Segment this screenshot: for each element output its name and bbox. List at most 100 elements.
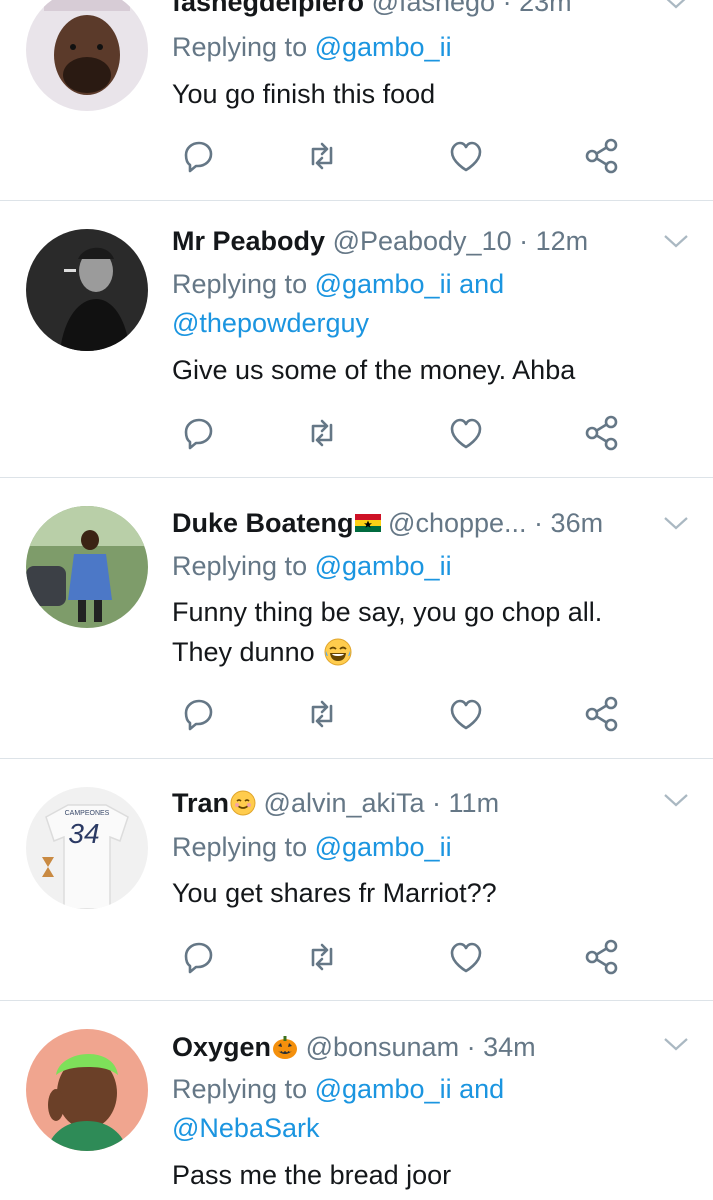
display-name[interactable]: fashegdelpiero bbox=[172, 0, 364, 17]
tweet-header: Duke Boateng @choppe... · 36m bbox=[172, 503, 653, 543]
user-handle[interactable]: @Peabody_10 bbox=[333, 226, 512, 256]
avatar[interactable] bbox=[26, 506, 148, 628]
replying-to: Replying to @gambo_ii and bbox=[172, 264, 504, 304]
replying-to-label: Replying to bbox=[172, 32, 315, 62]
user-handle[interactable]: @choppe... bbox=[388, 508, 527, 538]
avatar[interactable]: CAMPEONES 34 bbox=[26, 787, 148, 909]
ghana-flag-icon bbox=[354, 514, 381, 532]
retweet-icon bbox=[311, 142, 333, 170]
retweet-button[interactable] bbox=[302, 136, 342, 176]
tweet-text: Funny thing be say, you go chop all. The… bbox=[172, 592, 673, 672]
retweet-button[interactable] bbox=[302, 937, 342, 977]
mention-link[interactable]: @gambo_ii bbox=[315, 1074, 452, 1104]
tweet[interactable]: Mr Peabody @Peabody_10 · 12m Replying to… bbox=[0, 201, 713, 477]
timestamp[interactable]: 34m bbox=[483, 1032, 536, 1062]
tweet-header: Tran @alvin_akiTa · 11m bbox=[172, 783, 653, 823]
avatar-caption: CAMPEONES bbox=[65, 810, 110, 817]
mention-link[interactable]: @gambo_ii bbox=[315, 32, 452, 62]
chevron-down-icon[interactable] bbox=[662, 231, 690, 251]
avatar-image bbox=[26, 0, 148, 111]
chevron-down-icon[interactable] bbox=[662, 513, 690, 533]
reply-icon bbox=[184, 942, 213, 974]
jack-o-lantern-icon bbox=[273, 1036, 298, 1059]
replying-to-label: Replying to bbox=[172, 832, 315, 862]
replying-to: Replying to @gambo_ii and bbox=[172, 1069, 504, 1109]
separator-dot: · bbox=[424, 788, 449, 818]
like-button[interactable] bbox=[446, 136, 486, 176]
avatar[interactable] bbox=[26, 1029, 148, 1151]
retweet-icon bbox=[311, 419, 333, 447]
tweet[interactable]: CAMPEONES 34 Tran @alvin_akiTa · 11m Rep… bbox=[0, 759, 713, 1000]
share-icon bbox=[585, 696, 618, 732]
display-name[interactable]: Mr Peabody bbox=[172, 226, 325, 256]
chevron-down-icon[interactable] bbox=[662, 790, 690, 810]
user-handle[interactable]: @bonsunam bbox=[306, 1032, 460, 1062]
user-handle[interactable]: @alvin_akiTa bbox=[264, 788, 425, 818]
timestamp[interactable]: 11m bbox=[449, 788, 500, 818]
share-button[interactable] bbox=[582, 694, 622, 734]
tweet-text-line: They dunno bbox=[172, 632, 673, 672]
user-handle[interactable]: @fashego bbox=[372, 0, 496, 17]
laughing-emoji-icon bbox=[324, 638, 352, 666]
retweet-icon bbox=[311, 700, 333, 728]
avatar-number: 34 bbox=[68, 818, 99, 849]
mention-link[interactable]: @thepowderguy bbox=[172, 308, 369, 338]
separator-dot: · bbox=[511, 226, 536, 256]
mention-and: and bbox=[451, 1074, 505, 1104]
tweet-actions bbox=[172, 937, 632, 977]
avatar-image bbox=[26, 229, 148, 351]
share-button[interactable] bbox=[582, 136, 622, 176]
display-name[interactable]: Tran bbox=[172, 788, 229, 818]
avatar[interactable] bbox=[26, 229, 148, 351]
reply-button[interactable] bbox=[178, 136, 218, 176]
replying-to-continued: @NebaSark bbox=[172, 1108, 319, 1148]
mention-link[interactable]: @NebaSark bbox=[172, 1113, 319, 1143]
retweet-icon bbox=[311, 943, 333, 971]
smiling-emoji-icon bbox=[230, 790, 256, 816]
avatar[interactable] bbox=[26, 0, 148, 111]
reply-icon bbox=[184, 699, 213, 731]
retweet-button[interactable] bbox=[302, 413, 342, 453]
avatar-image: CAMPEONES 34 bbox=[26, 787, 148, 909]
tweet-text-segment: They dunno bbox=[172, 637, 315, 667]
tweet-text: You go finish this food bbox=[172, 79, 436, 109]
reply-button[interactable] bbox=[178, 413, 218, 453]
reply-button[interactable] bbox=[178, 694, 218, 734]
mention-link[interactable]: @gambo_ii bbox=[315, 832, 452, 862]
mention-and: and bbox=[451, 269, 505, 299]
like-icon bbox=[450, 141, 482, 172]
separator-dot: · bbox=[459, 1032, 484, 1062]
tweet-text: Give us some of the money. Ahba bbox=[172, 355, 576, 385]
tweet-text: You get shares fr Marriot?? bbox=[172, 878, 497, 908]
display-name[interactable]: Oxygen bbox=[172, 1032, 271, 1062]
reply-button[interactable] bbox=[178, 937, 218, 977]
chevron-down-icon[interactable] bbox=[662, 0, 690, 12]
mention-link[interactable]: @gambo_ii bbox=[315, 551, 452, 581]
chevron-down-icon[interactable] bbox=[662, 1034, 690, 1054]
timestamp[interactable]: 23m bbox=[519, 0, 572, 17]
like-button[interactable] bbox=[446, 694, 486, 734]
tweet[interactable]: fashegdelpiero @fashego · 23m Replying t… bbox=[0, 0, 713, 200]
replying-to-continued: @thepowderguy bbox=[172, 303, 369, 343]
replying-to-label: Replying to bbox=[172, 1074, 315, 1104]
mention-link[interactable]: @gambo_ii bbox=[315, 269, 452, 299]
like-button[interactable] bbox=[446, 413, 486, 453]
tweet-actions bbox=[172, 413, 632, 453]
share-icon bbox=[585, 138, 618, 174]
share-button[interactable] bbox=[582, 937, 622, 977]
share-icon bbox=[585, 415, 618, 451]
like-icon bbox=[450, 418, 482, 449]
separator-dot: · bbox=[495, 0, 520, 17]
tweet[interactable]: Duke Boateng @choppe... · 36m Replying t… bbox=[0, 478, 713, 758]
retweet-button[interactable] bbox=[302, 694, 342, 734]
timestamp[interactable]: 12m bbox=[536, 226, 589, 256]
tweet[interactable]: Oxygen @bonsunam · 34m Replying to @gamb… bbox=[0, 1001, 713, 1200]
timestamp[interactable]: 36m bbox=[551, 508, 604, 538]
like-button[interactable] bbox=[446, 937, 486, 977]
share-button[interactable] bbox=[582, 413, 622, 453]
replying-to: Replying to @gambo_ii bbox=[172, 546, 452, 586]
tweet-header: Oxygen @bonsunam · 34m bbox=[172, 1027, 653, 1067]
tweet-text: Pass me the bread joor bbox=[172, 1160, 452, 1190]
display-name[interactable]: Duke Boateng bbox=[172, 508, 354, 538]
tweet-text-line: Funny thing be say, you go chop all. bbox=[172, 597, 603, 627]
